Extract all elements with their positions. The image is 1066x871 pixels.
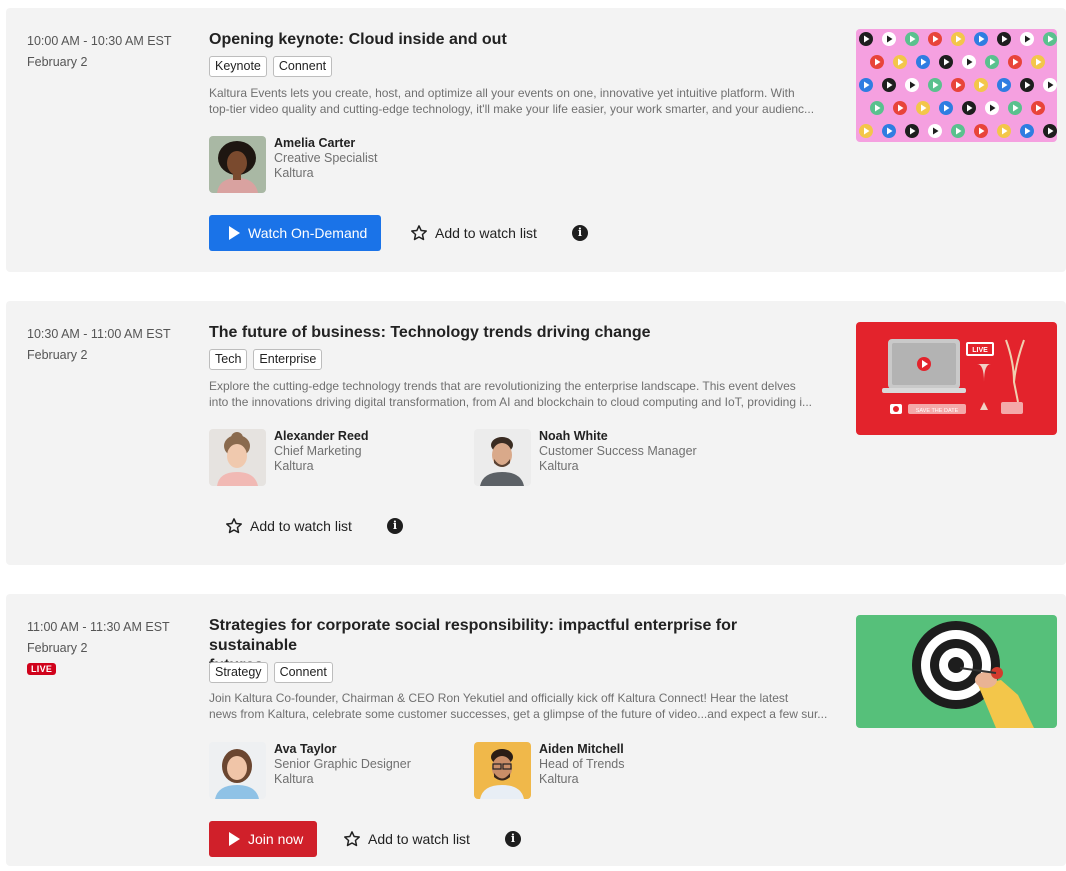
session-card-1: 10:00 AM - 10:30 AM EST February 2 Openi… xyxy=(6,8,1066,272)
tag-list: Strategy Connent xyxy=(209,662,333,683)
add-to-watch-list-button[interactable]: Add to watch list xyxy=(343,830,470,848)
speaker-org: Kaltura xyxy=(274,459,314,473)
speaker-name: Noah White xyxy=(539,429,608,443)
session-time: 11:00 AM - 11:30 AM EST xyxy=(27,620,170,634)
speaker[interactable]: Amelia Carter Creative Specialist Kaltur… xyxy=(209,136,378,193)
speaker-info: Ava Taylor Senior Graphic Designer Kaltu… xyxy=(274,742,411,799)
speaker-name: Amelia Carter xyxy=(274,136,356,150)
info-icon[interactable]: i xyxy=(387,518,403,534)
description-line: into the innovations driving digital tra… xyxy=(209,394,813,409)
session-description: Explore the cutting-edge technology tren… xyxy=(209,379,835,410)
watch-list-label: Add to watch list xyxy=(250,518,352,534)
speaker-role: Head of Trends xyxy=(539,757,625,771)
title-line: Strategies for corporate social responsi… xyxy=(209,617,738,654)
description-line: Kaltura Events lets you create, host, an… xyxy=(209,86,795,100)
session-title[interactable]: Opening keynote: Cloud inside and out xyxy=(209,30,829,50)
session-thumbnail[interactable] xyxy=(856,615,1057,728)
tag[interactable]: Tech xyxy=(209,349,248,370)
speaker-org: Kaltura xyxy=(274,166,314,180)
speaker-info: Amelia Carter Creative Specialist Kaltur… xyxy=(274,136,378,193)
speaker-role: Creative Specialist xyxy=(274,151,378,165)
session-date: February 2 xyxy=(27,641,88,655)
session-thumbnail[interactable]: LIVE SAVE THE DATE xyxy=(856,322,1057,435)
session-time: 10:30 AM - 11:00 AM EST xyxy=(27,327,171,341)
speaker[interactable]: Ava Taylor Senior Graphic Designer Kaltu… xyxy=(209,742,411,799)
join-now-button[interactable]: Join now xyxy=(209,821,318,857)
description-line: news from Kaltura, celebrate some custom… xyxy=(209,706,828,721)
speaker-org: Kaltura xyxy=(539,459,579,473)
speaker-info: Aiden Mitchell Head of Trends Kaltura xyxy=(539,742,624,799)
avatar xyxy=(209,742,266,799)
info-icon[interactable]: i xyxy=(572,225,588,241)
speaker-name: Ava Taylor xyxy=(274,742,337,756)
session-date: February 2 xyxy=(27,348,88,362)
session-description: Join Kaltura Co-founder, Chairman & CEO … xyxy=(209,691,835,722)
tag-list: Tech Enterprise xyxy=(209,349,323,370)
thumb-save-label: SAVE THE DATE xyxy=(916,408,959,414)
avatar xyxy=(474,742,531,799)
session-title[interactable]: The future of business: Technology trend… xyxy=(209,323,829,343)
speaker-org: Kaltura xyxy=(539,772,579,786)
session-thumbnail[interactable] xyxy=(856,29,1057,142)
avatar xyxy=(209,136,266,193)
add-to-watch-list-button[interactable]: Add to watch list xyxy=(410,224,537,242)
star-outline-icon xyxy=(226,518,242,534)
speaker-info: Alexander Reed Chief Marketing Kaltura xyxy=(274,429,368,486)
speaker-name: Alexander Reed xyxy=(274,429,369,443)
tag[interactable]: Strategy xyxy=(209,662,268,683)
session-card-3: 11:00 AM - 11:30 AM EST February 2 LIVE … xyxy=(6,594,1066,866)
avatar xyxy=(209,429,266,486)
session-description: Kaltura Events lets you create, host, an… xyxy=(209,86,835,117)
tag[interactable]: Connent xyxy=(273,662,333,683)
speaker-org: Kaltura xyxy=(274,772,314,786)
play-icon xyxy=(229,226,240,240)
session-date: February 2 xyxy=(27,55,88,69)
tag[interactable]: Keynote xyxy=(209,56,267,77)
button-label: Join now xyxy=(248,831,304,847)
description-line: top-tier video quality and cutting-edge … xyxy=(209,101,815,116)
watch-list-label: Add to watch list xyxy=(368,831,470,847)
live-badge: LIVE xyxy=(27,663,57,675)
description-line: Explore the cutting-edge technology tren… xyxy=(209,379,796,393)
star-outline-icon xyxy=(411,225,427,241)
session-card-2: 10:30 AM - 11:00 AM EST February 2 The f… xyxy=(6,301,1066,565)
add-to-watch-list-button[interactable]: Add to watch list xyxy=(225,517,352,535)
info-icon[interactable]: i xyxy=(505,831,521,847)
tag[interactable]: Enterprise xyxy=(253,349,323,370)
session-time: 10:00 AM - 10:30 AM EST xyxy=(27,34,172,48)
watch-list-label: Add to watch list xyxy=(435,225,537,241)
thumb-live-label: LIVE xyxy=(972,347,988,354)
description-line: Join Kaltura Co-founder, Chairman & CEO … xyxy=(209,691,789,705)
star-outline-icon xyxy=(344,831,360,847)
watch-on-demand-button[interactable]: Watch On-Demand xyxy=(209,215,382,251)
button-label: Watch On-Demand xyxy=(248,225,368,241)
speaker[interactable]: Aiden Mitchell Head of Trends Kaltura xyxy=(474,742,624,799)
speaker-role: Chief Marketing xyxy=(274,444,362,458)
speaker-info: Noah White Customer Success Manager Kalt… xyxy=(539,429,697,486)
tag-list: Keynote Connent xyxy=(209,56,333,77)
speaker-role: Customer Success Manager xyxy=(539,444,697,458)
tag[interactable]: Connent xyxy=(272,56,333,77)
speaker[interactable]: Alexander Reed Chief Marketing Kaltura xyxy=(209,429,368,486)
avatar xyxy=(474,429,531,486)
speaker-role: Senior Graphic Designer xyxy=(274,757,411,771)
play-icon xyxy=(229,832,240,846)
speaker-name: Aiden Mitchell xyxy=(539,742,624,756)
speaker[interactable]: Noah White Customer Success Manager Kalt… xyxy=(474,429,697,486)
